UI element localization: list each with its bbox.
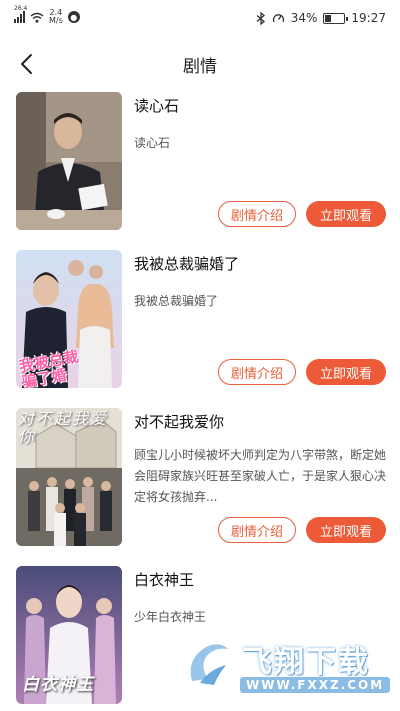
watch-now-button[interactable]: 立即观看 xyxy=(306,517,386,543)
drama-info: 我被总裁骗婚了 我被总裁骗婚了 剧情介绍 立即观看 xyxy=(134,250,386,390)
drama-card[interactable]: 我被总裁 骗了婚 我被总裁骗婚了 我被总裁骗婚了 剧情介绍 立即观看 xyxy=(16,250,386,390)
cellular-signal: 26.4 xyxy=(14,5,27,23)
drama-card[interactable]: 读心石 读心石 剧情介绍 立即观看 xyxy=(16,92,386,232)
drama-title: 我被总裁骗婚了 xyxy=(134,255,240,273)
poster-title-art: 对不起我爱你 xyxy=(18,409,109,446)
drama-title: 白衣神王 xyxy=(134,571,195,589)
drama-description: 读心石 xyxy=(134,136,171,150)
drama-description: 顾宝儿小时候被坏大师判定为八字带煞，断定她会阻碍家族兴旺甚至家破人亡，于是家人狠… xyxy=(134,448,387,504)
page-title: 剧情 xyxy=(183,57,217,77)
poster-title-art: 白衣神王 xyxy=(22,675,94,695)
network-label: 26.4 xyxy=(14,5,28,12)
drama-info: 对不起我爱你 顾宝儿小时候被坏大师判定为八字带煞，断定她会阻碍家族兴旺甚至家破人… xyxy=(134,408,386,548)
drama-actions: 剧情介绍 立即观看 xyxy=(218,201,386,227)
site-watermark: 飞翔下载 WWW.FXXZ.COM xyxy=(180,635,391,697)
drama-poster[interactable]: 白衣神王 xyxy=(16,566,122,704)
status-bar: 26.4 2.4 M/s ● 34% 19:27 xyxy=(0,0,400,38)
battery-percent: 34% xyxy=(290,11,318,25)
drama-title: 读心石 xyxy=(134,97,180,115)
plot-intro-button[interactable]: 剧情介绍 xyxy=(218,517,296,543)
speed-unit: M/s xyxy=(49,16,63,25)
drama-actions: 剧情介绍 立即观看 xyxy=(218,359,386,385)
drama-description: 少年白衣神王 xyxy=(134,610,207,624)
watch-now-button[interactable]: 立即观看 xyxy=(306,359,386,385)
app-header: 剧情 xyxy=(0,42,400,86)
plot-intro-button[interactable]: 剧情介绍 xyxy=(218,201,296,227)
watermark-brand: 飞翔下载 xyxy=(242,645,370,680)
plot-intro-button[interactable]: 剧情介绍 xyxy=(218,359,296,385)
drama-card[interactable]: 对不起我爱你 对不起我爱你 顾宝儿小时候被坏大师判定为八字带煞，断定她会阻碍家族… xyxy=(16,408,386,548)
notification-icon: ● xyxy=(67,11,80,23)
drama-description: 我被总裁骗婚了 xyxy=(134,294,219,308)
bluetooth-icon xyxy=(256,11,265,25)
drama-info: 读心石 读心石 剧情介绍 立即观看 xyxy=(134,92,386,232)
watermark-url: WWW.FXXZ.COM xyxy=(240,677,391,693)
speed-gauge-icon xyxy=(272,13,284,22)
clock: 19:27 xyxy=(351,11,386,25)
battery-level xyxy=(325,14,332,22)
battery-icon xyxy=(323,12,349,24)
watch-now-button[interactable]: 立即观看 xyxy=(306,201,386,227)
status-left: 26.4 2.4 M/s ● xyxy=(14,5,80,25)
signal-icon xyxy=(14,11,25,23)
drama-poster[interactable]: 我被总裁 骗了婚 xyxy=(16,250,122,388)
drama-title: 对不起我爱你 xyxy=(134,413,225,431)
wifi-icon xyxy=(30,12,44,23)
drama-poster[interactable]: 对不起我爱你 xyxy=(16,408,122,546)
network-speed: 2.4 M/s xyxy=(49,9,63,25)
drama-poster[interactable] xyxy=(16,92,122,230)
drama-actions: 剧情介绍 立即观看 xyxy=(218,517,386,543)
status-right: 34% 19:27 xyxy=(256,11,386,25)
